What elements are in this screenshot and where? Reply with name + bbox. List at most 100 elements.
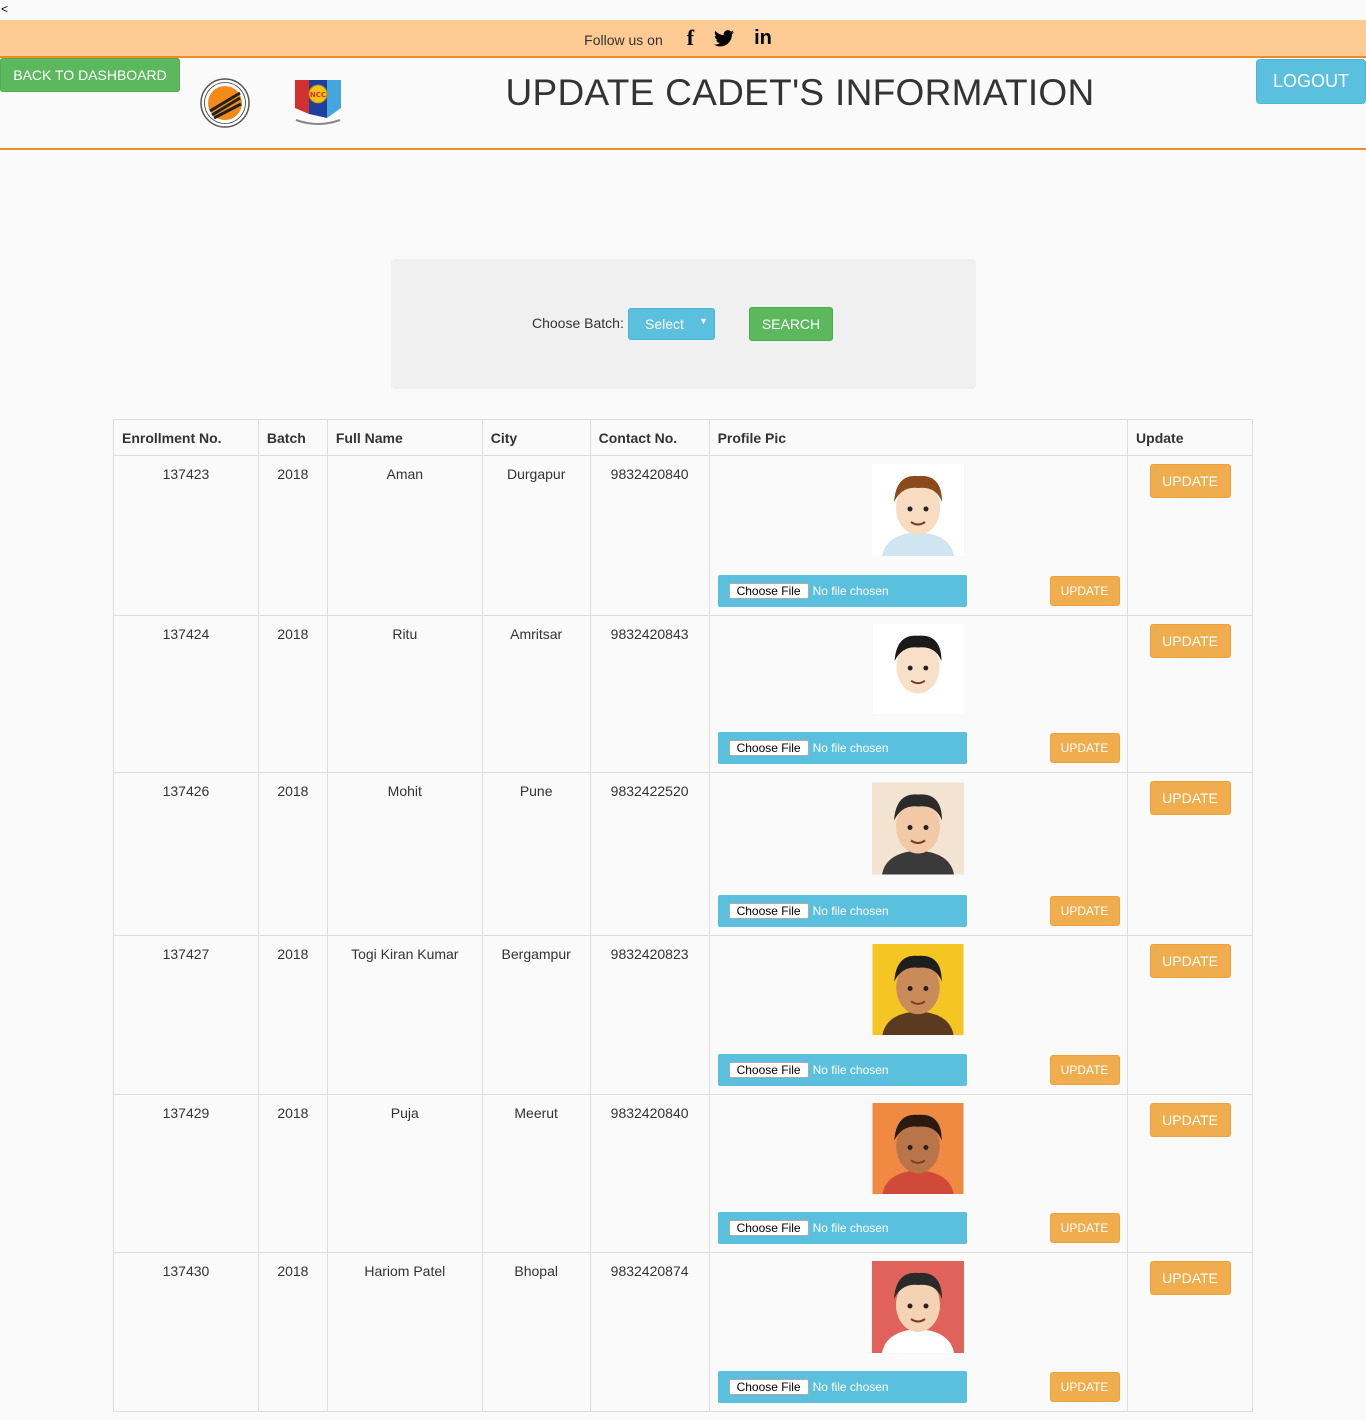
update-cell: UPDATE: [1127, 1094, 1253, 1253]
profile-pic-file-input[interactable]: Choose File No file chosen: [717, 1371, 967, 1403]
col-full-name: Full Name: [326, 419, 483, 456]
name-cell: Aman: [326, 455, 483, 616]
table-row: 137430 2018 Hariom Patel Bhopal 9832420874 Ch…: [113, 1252, 1253, 1412]
name-cell: Puja: [326, 1094, 483, 1253]
profile-pic-cell: Choose File No file chosen UPDATE: [708, 615, 1129, 773]
logout-button[interactable]: LOGOUT: [1256, 59, 1366, 104]
update-cadet-button[interactable]: UPDATE: [1149, 464, 1231, 498]
man-light-hair-avatar: [872, 464, 965, 556]
upload-pic-update-button[interactable]: UPDATE: [1049, 896, 1120, 926]
name-cell: Hariom Patel: [326, 1252, 483, 1412]
enrollment-cell: 137429: [113, 1094, 259, 1253]
follow-us-text: Follow us on: [584, 32, 663, 48]
choose-file-button[interactable]: Choose File: [728, 903, 809, 919]
col-contact: Contact No.: [589, 419, 710, 456]
profile-pic-file-input[interactable]: Choose File No file chosen: [717, 1212, 967, 1244]
city-cell: Bergampur: [481, 935, 591, 1095]
col-city: City: [481, 419, 591, 456]
enrollment-cell: 137426: [113, 772, 259, 936]
enrollment-cell: 137430: [113, 1252, 259, 1412]
update-cadet-button[interactable]: UPDATE: [1149, 781, 1231, 815]
update-cell: UPDATE: [1127, 615, 1253, 773]
enrollment-cell: 137427: [113, 935, 259, 1095]
choose-file-button[interactable]: Choose File: [728, 1220, 809, 1236]
update-cell: UPDATE: [1127, 772, 1253, 936]
update-cell: UPDATE: [1127, 1252, 1253, 1412]
table-row: 137429 2018 Puja Meerut 9832420840 Choose Fil…: [113, 1094, 1253, 1253]
linkedin-icon[interactable]: in: [754, 27, 772, 50]
choose-file-button[interactable]: Choose File: [728, 583, 809, 599]
man-dark-hair-avatar: [872, 782, 965, 875]
name-cell: Mohit: [326, 772, 483, 936]
batch-select[interactable]: Select ▼: [628, 308, 715, 340]
batch-search-panel: Choose Batch: Select ▼ SEARCH: [391, 259, 976, 389]
update-cadet-button[interactable]: UPDATE: [1149, 1261, 1231, 1295]
profile-pic-file-input[interactable]: Choose File No file chosen: [717, 575, 967, 607]
table-row: 137427 2018 Togi Kiran Kumar Bergampur 98324…: [113, 935, 1253, 1095]
profile-pic-file-input[interactable]: Choose File No file chosen: [717, 732, 967, 764]
chevron-down-icon: ▼: [699, 316, 708, 326]
woman-dark-hair-avatar: [872, 1103, 964, 1194]
header-divider: [0, 148, 1366, 150]
man-beard-avatar: [872, 1261, 965, 1353]
city-cell: Bhopal: [481, 1252, 591, 1412]
batch-cell: 2018: [257, 455, 328, 616]
col-batch: Batch: [257, 419, 328, 456]
stray-character: <: [1, 2, 9, 16]
city-cell: Pune: [481, 772, 591, 936]
profile-pic-file-input[interactable]: Choose File No file chosen: [717, 895, 967, 927]
enrollment-cell: 137424: [113, 615, 259, 773]
update-cadet-button[interactable]: UPDATE: [1149, 1103, 1231, 1137]
upload-pic-update-button[interactable]: UPDATE: [1049, 733, 1120, 763]
facebook-icon[interactable]: f: [687, 25, 694, 51]
city-cell: Amritsar: [481, 615, 591, 773]
profile-pic-cell: Choose File No file chosen UPDATE: [708, 772, 1129, 936]
upload-pic-update-button[interactable]: UPDATE: [1049, 1213, 1120, 1243]
city-cell: Meerut: [481, 1094, 591, 1253]
batch-cell: 2018: [257, 1094, 328, 1253]
file-status-text: No file chosen: [812, 1063, 889, 1077]
file-status-text: No file chosen: [812, 584, 889, 598]
contact-cell: 9832420840: [589, 455, 710, 616]
choose-file-button[interactable]: Choose File: [728, 1379, 809, 1395]
choose-batch-label: Choose Batch:: [532, 315, 624, 331]
update-cadet-button[interactable]: UPDATE: [1149, 944, 1231, 978]
table-row: 137423 2018 Aman Durgapur 9832420840 Choose F…: [113, 455, 1253, 616]
profile-pic-file-input[interactable]: Choose File No file chosen: [717, 1054, 967, 1086]
profile-pic-cell: Choose File No file chosen UPDATE: [708, 1252, 1129, 1412]
contact-cell: 9832420840: [589, 1094, 710, 1253]
update-cell: UPDATE: [1127, 455, 1253, 616]
page-title: UPDATE CADET'S INFORMATION: [505, 72, 1095, 113]
upload-pic-update-button[interactable]: UPDATE: [1049, 1372, 1120, 1402]
contact-cell: 9832420874: [589, 1252, 710, 1412]
batch-select-value: Select: [645, 316, 684, 332]
update-cadet-button[interactable]: UPDATE: [1149, 624, 1231, 658]
choose-file-button[interactable]: Choose File: [728, 740, 809, 756]
table-header-row: Enrollment No. Batch Full Name City Cont…: [113, 419, 1253, 456]
batch-cell: 2018: [257, 615, 328, 773]
update-cell: UPDATE: [1127, 935, 1253, 1095]
profile-pic-cell: Choose File No file chosen UPDATE: [708, 455, 1129, 616]
enrollment-cell: 137423: [113, 455, 259, 616]
contact-cell: 9832422520: [589, 772, 710, 936]
table-row: 137424 2018 Ritu Amritsar 9832420843 Choose F…: [113, 615, 1253, 773]
social-bar: Follow us on f in: [0, 20, 1366, 58]
contact-cell: 9832420823: [589, 935, 710, 1095]
profile-pic-cell: Choose File No file chosen UPDATE: [708, 1094, 1129, 1253]
city-cell: Durgapur: [481, 455, 591, 616]
twitter-icon[interactable]: [714, 29, 735, 47]
batch-cell: 2018: [257, 935, 328, 1095]
name-cell: Ritu: [326, 615, 483, 773]
upload-pic-update-button[interactable]: UPDATE: [1049, 576, 1120, 606]
contact-cell: 9832420843: [589, 615, 710, 773]
man-glasses-avatar: [872, 944, 964, 1035]
woman-glasses-avatar: [873, 624, 964, 714]
upload-pic-update-button[interactable]: UPDATE: [1049, 1055, 1120, 1085]
choose-file-button[interactable]: Choose File: [728, 1062, 809, 1078]
col-enrollment: Enrollment No.: [113, 419, 259, 456]
batch-cell: 2018: [257, 772, 328, 936]
search-button[interactable]: SEARCH: [749, 307, 833, 341]
file-status-text: No file chosen: [812, 904, 889, 918]
col-update: Update: [1127, 419, 1253, 456]
batch-cell: 2018: [257, 1252, 328, 1412]
